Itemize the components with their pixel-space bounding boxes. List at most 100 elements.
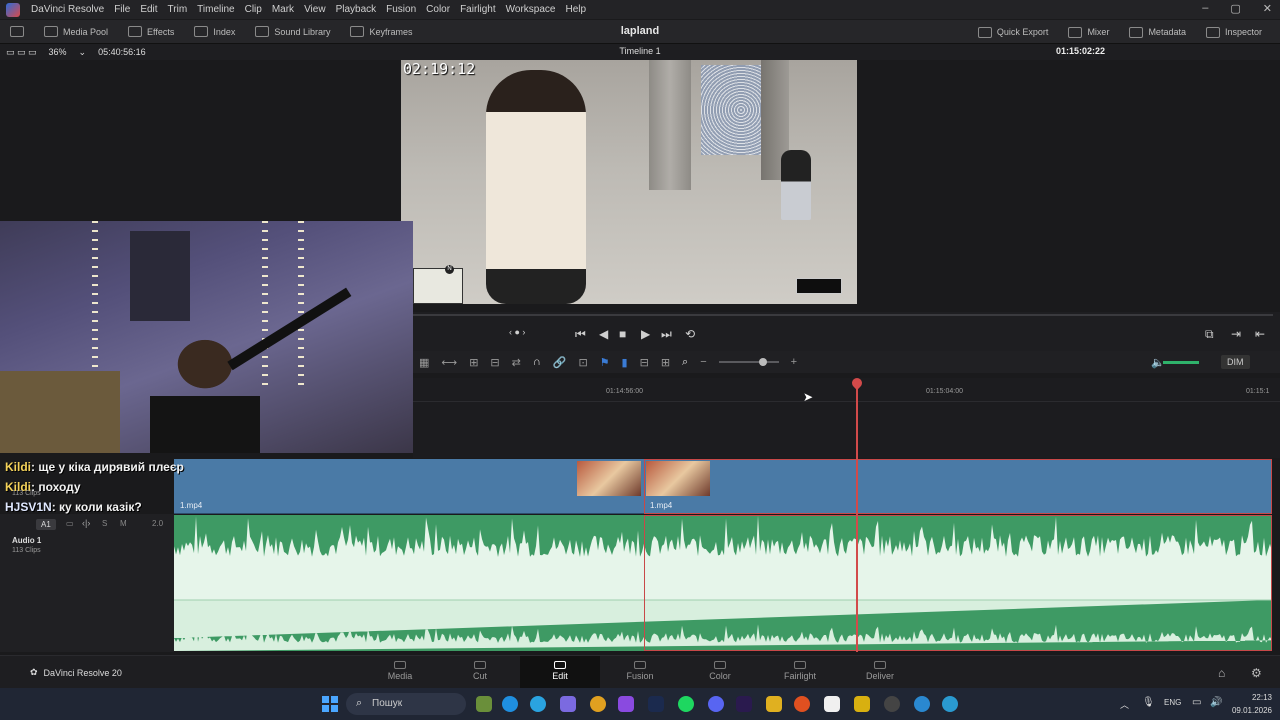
tab-edit[interactable]: Edit: [520, 656, 600, 689]
telegram-icon[interactable]: [530, 696, 546, 712]
premiere-icon[interactable]: [736, 696, 752, 712]
home-icon[interactable]: ⌂: [1218, 666, 1225, 680]
zoom-full-icon[interactable]: ⊟: [640, 356, 649, 369]
flag-icon[interactable]: ⚑: [600, 356, 610, 369]
taskbar-app-icon[interactable]: [854, 696, 870, 712]
zoom-detail-icon[interactable]: ⊞: [661, 356, 670, 369]
zoom-slider-knob[interactable]: [758, 358, 767, 366]
volume-slider[interactable]: [1163, 361, 1199, 364]
timeline-selector[interactable]: Timeline 1: [590, 46, 690, 56]
lock-track-icon[interactable]: ▭: [66, 519, 74, 528]
go-to-end-icon[interactable]: ⏭: [661, 327, 672, 342]
close-icon[interactable]: ✕: [1263, 2, 1272, 15]
track-badge-a1[interactable]: A1: [36, 519, 56, 530]
chevron-down-icon[interactable]: ⌄: [73, 47, 93, 58]
tab-cut[interactable]: Cut: [440, 656, 520, 689]
minimize-icon[interactable]: –: [1202, 2, 1208, 15]
taskbar-app-icon[interactable]: [560, 696, 576, 712]
zoom-out-icon[interactable]: −: [700, 356, 706, 368]
menu-fairlight[interactable]: Fairlight: [455, 4, 501, 15]
sound-library-button[interactable]: Sound Library: [245, 20, 340, 44]
menu-clip[interactable]: Clip: [240, 4, 267, 15]
jog-icon[interactable]: ‹ ● ›: [509, 327, 525, 337]
windows-start-icon[interactable]: [322, 696, 338, 712]
firefox-icon[interactable]: [794, 696, 810, 712]
quick-export-button[interactable]: Quick Export: [968, 20, 1059, 44]
discord-icon[interactable]: [708, 696, 724, 712]
menu-trim[interactable]: Trim: [163, 4, 193, 15]
program-viewer[interactable]: 02:19:12 N: [401, 60, 857, 304]
menu-workspace[interactable]: Workspace: [501, 4, 561, 15]
notepad-icon[interactable]: [824, 696, 840, 712]
overwrite-icon[interactable]: ⊟: [490, 356, 499, 369]
selection-tool-icon[interactable]: ▦: [419, 356, 429, 369]
menu-fusion[interactable]: Fusion: [381, 4, 421, 15]
mixer-button[interactable]: Mixer: [1058, 20, 1119, 44]
zoom-select[interactable]: 36%: [43, 47, 73, 57]
menu-timeline[interactable]: Timeline: [192, 4, 239, 15]
edge-icon[interactable]: [502, 696, 518, 712]
panel-toggle-icon[interactable]: [0, 20, 34, 44]
next-edit-icon[interactable]: ⇥: [1231, 327, 1241, 341]
selected-clip[interactable]: [644, 459, 1272, 514]
taskbar-app-icon[interactable]: [476, 696, 492, 712]
loop-icon[interactable]: ⟲: [685, 327, 695, 341]
keyframes-button[interactable]: Keyframes: [340, 20, 422, 44]
menu-file[interactable]: File: [109, 4, 135, 15]
chevron-up-icon[interactable]: ︿: [1120, 698, 1129, 711]
menu-playback[interactable]: Playback: [331, 4, 382, 15]
taskbar-search[interactable]: Пошук: [346, 693, 466, 715]
taskbar-app-icon[interactable]: [618, 696, 634, 712]
mute-button[interactable]: M: [120, 519, 127, 528]
layout-icon[interactable]: ▭ ▭ ▭: [0, 47, 43, 58]
language-indicator[interactable]: ENG: [1164, 698, 1181, 707]
reverse-play-icon[interactable]: ◀: [599, 327, 608, 341]
inspector-button[interactable]: Inspector: [1196, 20, 1272, 44]
chrome-icon[interactable]: [590, 696, 606, 712]
match-frame-icon[interactable]: ⧉: [1205, 327, 1214, 342]
menu-edit[interactable]: Edit: [135, 4, 162, 15]
timeline-ruler[interactable]: 01:14:56:00 01:15:04:00 01:15:1: [413, 378, 1280, 402]
spotify-icon[interactable]: [678, 696, 694, 712]
index-button[interactable]: Index: [184, 20, 245, 44]
microphone-icon[interactable]: 🎙: [1142, 697, 1155, 708]
zoom-custom-icon[interactable]: ⌕: [682, 356, 688, 369]
menu-color[interactable]: Color: [421, 4, 455, 15]
stop-icon[interactable]: ■: [619, 327, 626, 341]
tab-deliver[interactable]: Deliver: [840, 656, 920, 689]
scrub-bar[interactable]: [413, 314, 1273, 316]
play-icon[interactable]: ▶: [641, 327, 650, 341]
audio-track-a1[interactable]: [174, 515, 1272, 651]
network-icon[interactable]: ▭: [1192, 697, 1201, 708]
link-icon[interactable]: 🔗: [553, 356, 567, 369]
tab-fairlight[interactable]: Fairlight: [760, 656, 840, 689]
solo-button[interactable]: S: [102, 519, 107, 528]
photoshop-icon[interactable]: [648, 696, 664, 712]
trim-tool-icon[interactable]: ⟷: [441, 356, 457, 369]
playhead[interactable]: [856, 380, 858, 652]
taskbar-app-icon[interactable]: [914, 696, 930, 712]
zoom-in-icon[interactable]: +: [791, 356, 797, 368]
go-to-start-icon[interactable]: ⏮: [575, 327, 586, 342]
lock-icon[interactable]: ⊡: [578, 356, 587, 369]
insert-icon[interactable]: ⊞: [469, 356, 478, 369]
replace-icon[interactable]: ⇄: [512, 356, 521, 369]
volume-icon[interactable]: 🔊: [1210, 697, 1222, 708]
menu-help[interactable]: Help: [560, 4, 591, 15]
maximize-icon[interactable]: ▢: [1230, 2, 1240, 15]
menu-view[interactable]: View: [299, 4, 331, 15]
auto-select-icon[interactable]: ‹|›: [82, 518, 90, 528]
prev-edit-icon[interactable]: ⇤: [1255, 327, 1265, 341]
tab-media[interactable]: Media: [360, 656, 440, 689]
empty-track-area[interactable]: [413, 402, 1280, 458]
taskbar-clock[interactable]: 22:13 09.01.2026: [1232, 691, 1272, 717]
tab-fusion[interactable]: Fusion: [600, 656, 680, 689]
zoom-slider[interactable]: [718, 358, 779, 366]
taskbar-app-icon[interactable]: [942, 696, 958, 712]
snapping-icon[interactable]: ∩: [533, 356, 541, 368]
effects-button[interactable]: Effects: [118, 20, 184, 44]
gear-icon[interactable]: ⚙: [1251, 666, 1262, 680]
menu-mark[interactable]: Mark: [267, 4, 299, 15]
metadata-button[interactable]: Metadata: [1119, 20, 1196, 44]
marker-icon[interactable]: ▮: [622, 356, 628, 369]
